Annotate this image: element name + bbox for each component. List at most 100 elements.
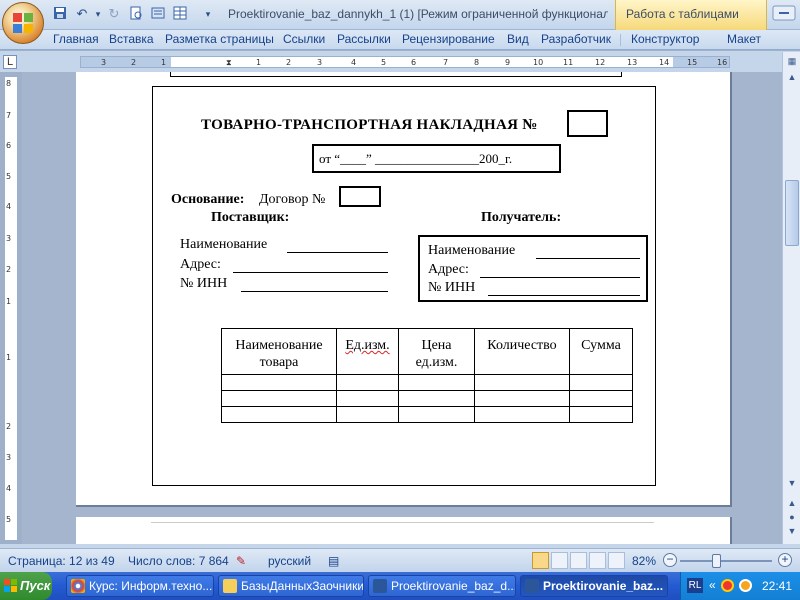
tab-mailings[interactable]: Рассылки xyxy=(337,32,391,46)
scroll-down-icon[interactable]: ▼ xyxy=(785,478,799,488)
unit-price-header-text: Цена ед.изм. xyxy=(415,338,458,370)
tab-page-layout[interactable]: Разметка страницы xyxy=(165,32,274,46)
supplier-name-line[interactable] xyxy=(287,252,388,253)
start-button[interactable]: Пуск xyxy=(0,572,52,600)
receiver-address-line[interactable] xyxy=(480,277,640,278)
ruler-toggle-icon[interactable]: ▦ xyxy=(785,56,799,67)
antivirus-icon[interactable] xyxy=(721,579,734,592)
table-cell[interactable] xyxy=(398,374,475,391)
tab-review[interactable]: Рецензирование xyxy=(402,32,495,46)
draft-view-icon[interactable] xyxy=(608,552,625,569)
tab-selector-button[interactable]: L xyxy=(3,55,17,69)
date-field-box[interactable]: от “____” ________________200_г. xyxy=(312,144,561,173)
taskbar-item-browser[interactable]: Курс: Информ.техно... xyxy=(66,575,214,597)
full-screen-reading-view-icon[interactable] xyxy=(551,552,568,569)
column-header-goods-name[interactable]: Наименование товара xyxy=(221,328,337,375)
next-document-page[interactable] xyxy=(76,517,732,544)
goods-table: Наименование товара Ед.изм. Цена ед.изм.… xyxy=(221,328,633,423)
tab-references[interactable]: Ссылки xyxy=(283,32,325,46)
receiver-address-label: Адрес: xyxy=(428,262,469,277)
folder-icon xyxy=(223,579,237,593)
window-controls[interactable] xyxy=(770,2,800,24)
macro-record-icon[interactable]: ▤ xyxy=(328,554,339,568)
zoom-slider-thumb[interactable] xyxy=(712,554,721,568)
table-cell[interactable] xyxy=(221,374,337,391)
undo-icon[interactable]: ↶ xyxy=(74,6,90,22)
table-cell[interactable] xyxy=(221,406,337,423)
column-header-sum[interactable]: Сумма xyxy=(569,328,633,375)
horizontal-ruler[interactable]: 3 2 1 ⧗ 1 2 3 4 5 6 7 8 9 10 11 12 13 14… xyxy=(80,56,730,68)
vertical-ruler[interactable]: 8 7 6 5 4 3 2 1 1 2 3 4 5 xyxy=(4,76,18,541)
table-cell[interactable] xyxy=(221,390,337,407)
receiver-name-line[interactable] xyxy=(536,258,640,259)
table-cell[interactable] xyxy=(336,406,399,423)
table-row xyxy=(221,390,633,407)
table-cell[interactable] xyxy=(474,406,570,423)
table-cell[interactable] xyxy=(569,374,633,391)
word-count[interactable]: Число слов: 7 864 xyxy=(128,554,229,568)
outline-view-icon[interactable] xyxy=(589,552,606,569)
undo-dropdown-icon[interactable]: ▾ xyxy=(90,6,106,22)
contract-number-field[interactable] xyxy=(339,186,381,207)
previous-page-icon[interactable]: ▲ xyxy=(785,498,799,508)
supplier-inn-line[interactable] xyxy=(241,291,388,292)
ruler-indent-marker-icon[interactable]: ⧗ xyxy=(226,58,232,67)
print-layout-view-icon[interactable] xyxy=(532,552,549,569)
supplier-address-line[interactable] xyxy=(233,272,388,273)
zoom-level[interactable]: 82% xyxy=(632,554,656,568)
document-page[interactable]: ТОВАРНО-ТРАНСПОРТНАЯ НАКЛАДНАЯ № от “___… xyxy=(76,72,732,507)
scroll-up-icon[interactable]: ▲ xyxy=(785,72,799,82)
web-layout-view-icon[interactable] xyxy=(570,552,587,569)
spellcheck-icon[interactable]: ✎ xyxy=(236,554,246,568)
vruler-tick: 4 xyxy=(6,484,12,493)
table-header-row: Наименование товара Ед.изм. Цена ед.изм.… xyxy=(221,328,633,375)
column-header-unit[interactable]: Ед.изм. xyxy=(336,328,399,375)
table-cell[interactable] xyxy=(569,390,633,407)
document-canvas[interactable]: ТОВАРНО-ТРАНСПОРТНАЯ НАКЛАДНАЯ № от “___… xyxy=(22,72,782,544)
taskbar-item-folder[interactable]: БазыДанныхЗаочники xyxy=(218,575,364,597)
tab-design[interactable]: Конструктор xyxy=(631,32,699,46)
print-preview-icon[interactable] xyxy=(128,6,144,22)
next-page-icon[interactable]: ▼ xyxy=(785,526,799,536)
tab-insert[interactable]: Вставка xyxy=(109,32,154,46)
tray-app-icon[interactable] xyxy=(739,579,752,592)
language-indicator[interactable]: русский xyxy=(268,554,311,568)
task-label: Proektirovanie_baz_d... xyxy=(391,579,516,593)
column-header-quantity[interactable]: Количество xyxy=(474,328,570,375)
ruler-tick: 15 xyxy=(687,58,698,67)
waybill-number-field[interactable] xyxy=(567,110,608,137)
table-cell[interactable] xyxy=(336,390,399,407)
column-header-unit-price[interactable]: Цена ед.изм. xyxy=(398,328,475,375)
tray-expand-icon[interactable]: « xyxy=(709,578,716,592)
redo-icon[interactable]: ↻ xyxy=(106,6,122,22)
tab-home[interactable]: Главная xyxy=(53,32,99,46)
table-cell[interactable] xyxy=(336,374,399,391)
save-icon[interactable] xyxy=(52,6,68,22)
language-bar[interactable]: RL xyxy=(687,578,703,593)
tab-layout[interactable]: Макет xyxy=(727,32,761,46)
office-button[interactable] xyxy=(2,2,44,44)
page-counter[interactable]: Страница: 12 из 49 xyxy=(8,554,115,568)
taskbar-item-word-doc-2[interactable]: Proektirovanie_baz... xyxy=(520,575,668,597)
vertical-scrollbar[interactable]: ▦ ▲ ▼ ▲ ● ▼ xyxy=(782,52,800,544)
scrollbar-thumb[interactable] xyxy=(785,180,799,246)
taskbar-item-word-doc-1[interactable]: Proektirovanie_baz_d... xyxy=(368,575,516,597)
table-cell[interactable] xyxy=(474,390,570,407)
table-cell[interactable] xyxy=(474,374,570,391)
clock[interactable]: 22:41 xyxy=(762,579,792,593)
zoom-out-icon[interactable]: − xyxy=(663,553,677,567)
title-bar: ↶ ▾ ↻ ▾ Proektirovanie_baz_dannykh_1 (1)… xyxy=(0,0,800,44)
table-cell[interactable] xyxy=(398,390,475,407)
table-cell[interactable] xyxy=(569,406,633,423)
table-icon[interactable] xyxy=(172,6,188,22)
select-browse-object-icon[interactable]: ● xyxy=(785,512,799,522)
zoom-in-icon[interactable]: + xyxy=(778,553,792,567)
tab-developer[interactable]: Разработчик xyxy=(541,32,611,46)
receiver-inn-line[interactable] xyxy=(488,295,640,296)
customize-toolbar-icon[interactable]: ▾ xyxy=(200,6,216,22)
copy-format-icon[interactable] xyxy=(150,6,166,22)
word-icon xyxy=(525,579,539,593)
tab-view[interactable]: Вид xyxy=(507,32,529,46)
table-cell[interactable] xyxy=(398,406,475,423)
zoom-slider[interactable] xyxy=(680,560,772,562)
